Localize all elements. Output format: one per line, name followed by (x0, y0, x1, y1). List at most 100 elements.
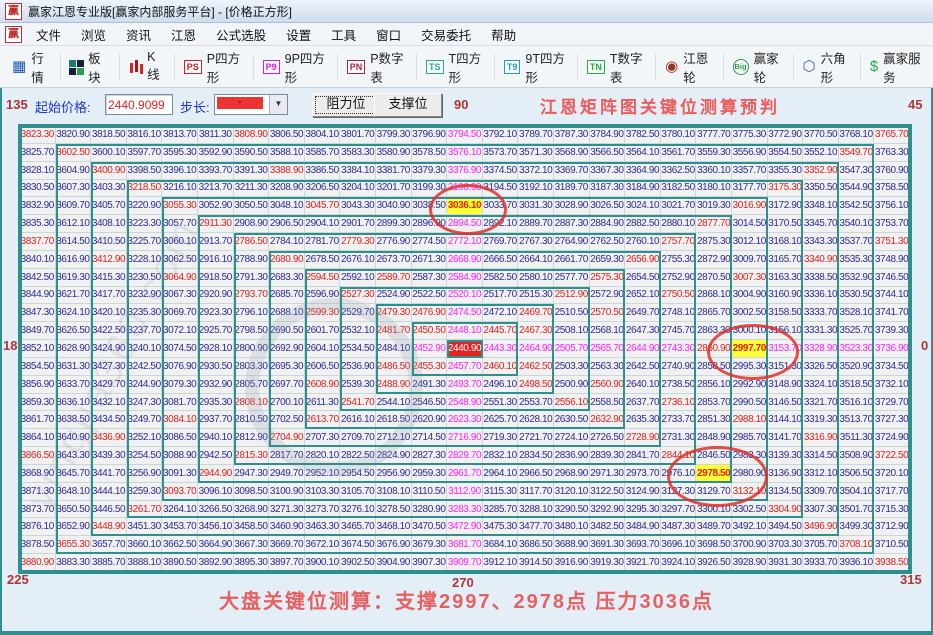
grid-cell: 3585.70 (305, 144, 341, 162)
grid-cell: 3626.50 (56, 322, 92, 340)
menu-item-0[interactable]: 文件 (26, 23, 71, 46)
grid-cell: 2666.50 (483, 251, 519, 269)
grid-cell: 3307.30 (803, 501, 839, 519)
grid-cell: 3290.50 (554, 501, 590, 519)
grid-cell: 3057.70 (162, 215, 198, 233)
grid-cell: 3297.70 (661, 501, 697, 519)
menu-item-4[interactable]: 公式选股 (206, 23, 276, 46)
grid-cell: 3657.70 (91, 536, 127, 554)
grid-cell: 3926.50 (696, 554, 732, 572)
grid-cell: 3009.70 (732, 251, 768, 269)
menu-item-7[interactable]: 窗口 (366, 23, 411, 46)
support-button[interactable]: 支撑位 (374, 93, 442, 117)
grid-cell: 3792.10 (483, 126, 519, 144)
grid-cell: 2700.10 (269, 394, 305, 412)
menu-item-2[interactable]: 资讯 (116, 23, 161, 46)
menu-item-5[interactable]: 设置 (276, 23, 321, 46)
grid-cell: 3448.90 (91, 518, 127, 536)
grid-cell: 2736.10 (661, 394, 697, 412)
grid-cell: 3429.70 (91, 376, 127, 394)
grid-cell: 3770.50 (803, 126, 839, 144)
grid-cell: 2520.10 (447, 287, 483, 305)
grid-cell: 3160.90 (768, 287, 804, 305)
grid-cell: 2906.50 (269, 215, 305, 233)
grid-cell: 2882.50 (625, 215, 661, 233)
grid-cell: 2772.10 (447, 233, 483, 251)
grid-cell: 3268.90 (234, 501, 270, 519)
grid-cell: 3576.10 (447, 144, 483, 162)
grid-cell: 2988.10 (732, 411, 768, 429)
grid-cell: 3914.50 (518, 554, 554, 572)
grid-cell: 2716.90 (447, 429, 483, 447)
grid-cell: 2817.70 (269, 447, 305, 465)
status-text: 大盘关键位测算：支撑2997、2978点 压力3036点 (2, 585, 931, 614)
grid-cell: 3540.10 (839, 215, 875, 233)
grid-cell: 2577.70 (554, 269, 590, 287)
step-combobox[interactable]: - ▼ (214, 94, 288, 115)
grid-cell: 3662.50 (162, 536, 198, 554)
grid-cell: 3014.50 (732, 215, 768, 233)
chevron-down-icon[interactable]: ▼ (269, 95, 287, 114)
toolbar-item-1[interactable]: 板块 (61, 44, 117, 90)
grid-cell: 2484.10 (376, 340, 412, 358)
grid-cell: 3124.90 (625, 483, 661, 501)
angle-label-135: 135 (6, 97, 28, 112)
grid-cell: 2551.30 (483, 394, 519, 412)
grid-cell: 2568.10 (590, 322, 626, 340)
toolbar-item-2[interactable]: K线 (120, 46, 172, 87)
grid-cell: 3458.50 (234, 518, 270, 536)
toolbar-item-8[interactable]: TNT数字表 (579, 44, 654, 90)
toolbar-item-10[interactable]: Big赢家轮 (725, 44, 792, 90)
grid-cell: 3722.50 (874, 447, 910, 465)
grid-cell: 2841.70 (625, 447, 661, 465)
toolbar-item-3[interactable]: PSP四方形 (176, 44, 252, 90)
toolbar-item-9[interactable]: ◉江恩轮 (657, 44, 721, 90)
menu-item-3[interactable]: 江恩 (161, 23, 206, 46)
toolbar-item-6[interactable]: TST四方形 (418, 44, 493, 90)
menu-item-1[interactable]: 浏览 (71, 23, 116, 46)
grid-cell: 2752.90 (661, 269, 697, 287)
grid-cell: 3924.10 (661, 554, 697, 572)
grid-cell: 2896.90 (412, 215, 448, 233)
start-price-input[interactable] (105, 94, 173, 115)
grid-cell: 2584.90 (447, 269, 483, 287)
grid-cell: 3052.90 (198, 197, 234, 215)
resistance-button[interactable]: 阻力位 (312, 93, 380, 117)
toolbar-item-4[interactable]: P99P四方形 (255, 44, 336, 90)
grid-cell: 2508.10 (554, 322, 590, 340)
toolbar-item-0[interactable]: ▦行情 (4, 44, 59, 90)
grid-cell: 2553.70 (518, 394, 554, 412)
toolbar-item-label: 江恩轮 (683, 48, 713, 86)
menu-item-8[interactable]: 交易委托 (411, 23, 481, 46)
grid-cell: 3127.30 (661, 483, 697, 501)
grid-cell: 2858.50 (696, 358, 732, 376)
grid-cell: 3403.30 (91, 180, 127, 198)
menu-item-9[interactable]: 帮助 (481, 23, 526, 46)
toolbar-item-12[interactable]: $赢家服务 (862, 44, 933, 90)
grid-cell: 2524.90 (376, 287, 412, 305)
grid-cell: 3439.30 (91, 447, 127, 465)
toolbar-item-11[interactable]: ⬡六角形 (794, 44, 858, 90)
grid-cell: 3600.10 (91, 144, 127, 162)
grid-cell: 2589.70 (376, 269, 412, 287)
grid-cell: 3520.90 (839, 358, 875, 376)
grid-cell: 3148.90 (768, 376, 804, 394)
grid-cell: 3072.10 (162, 322, 198, 340)
grid-cell: 3412.90 (91, 251, 127, 269)
kline-icon (128, 59, 142, 75)
grid-cell: 2656.90 (625, 251, 661, 269)
toolbar-item-label: 9T四方形 (525, 48, 568, 86)
toolbar-item-5[interactable]: PNP数字表 (339, 44, 415, 90)
grid-cell: 2654.50 (625, 269, 661, 287)
grid-cell: 3108.10 (376, 483, 412, 501)
grid-cell: 3919.30 (590, 554, 626, 572)
menu-item-6[interactable]: 工具 (321, 23, 366, 46)
toolbar-item-7[interactable]: T99T四方形 (496, 44, 576, 90)
grid-cell: 2498.50 (518, 376, 554, 394)
toolbar-separator (337, 54, 338, 80)
grid-cell: 3129.70 (696, 483, 732, 501)
grid-cell: 3417.70 (91, 287, 127, 305)
grid-cell: 3688.90 (554, 536, 590, 554)
grid-cell: 3470.50 (412, 518, 448, 536)
toolbar-separator (793, 54, 794, 80)
